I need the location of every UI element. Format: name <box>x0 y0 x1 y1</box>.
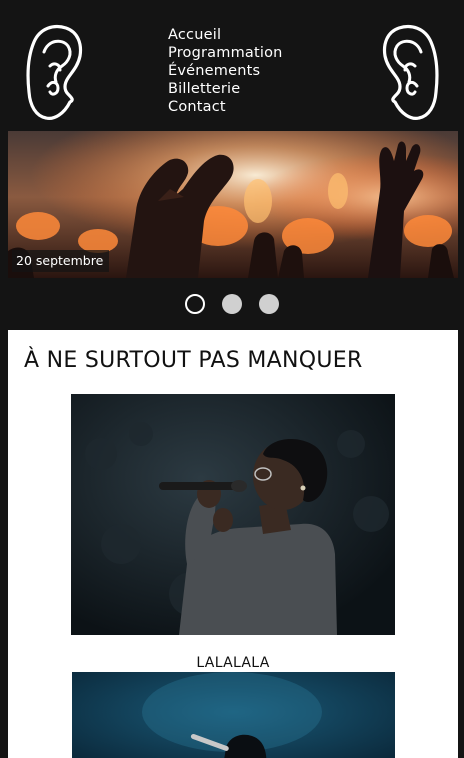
nav-item-accueil[interactable]: Accueil <box>168 26 283 44</box>
main-nav: Accueil Programmation Événements Billett… <box>168 26 283 116</box>
slide-date-caption: 20 septembre <box>12 250 110 272</box>
carousel-dot-1[interactable] <box>184 294 205 314</box>
nav-item-contact[interactable]: Contact <box>168 98 283 116</box>
section-title: À NE SURTOUT PAS MANQUER <box>24 348 363 373</box>
featured-section: À NE SURTOUT PAS MANQUER LALALALA <box>8 330 458 758</box>
performer-image[interactable] <box>72 672 395 758</box>
nav-item-programmation[interactable]: Programmation <box>168 44 283 62</box>
carousel-indicators <box>0 294 464 316</box>
nav-item-evenements[interactable]: Événements <box>168 62 283 80</box>
hero-carousel[interactable]: 20 septembre <box>8 131 458 278</box>
ear-icon[interactable] <box>381 22 441 122</box>
singer-image[interactable] <box>71 394 395 635</box>
event-title[interactable]: LALALALA <box>8 655 458 671</box>
site-header: Accueil Programmation Événements Billett… <box>0 0 464 131</box>
nav-item-billetterie[interactable]: Billetterie <box>168 80 283 98</box>
carousel-dot-2[interactable] <box>222 294 242 314</box>
ear-icon[interactable] <box>24 22 84 122</box>
carousel-dot-3[interactable] <box>259 294 280 314</box>
